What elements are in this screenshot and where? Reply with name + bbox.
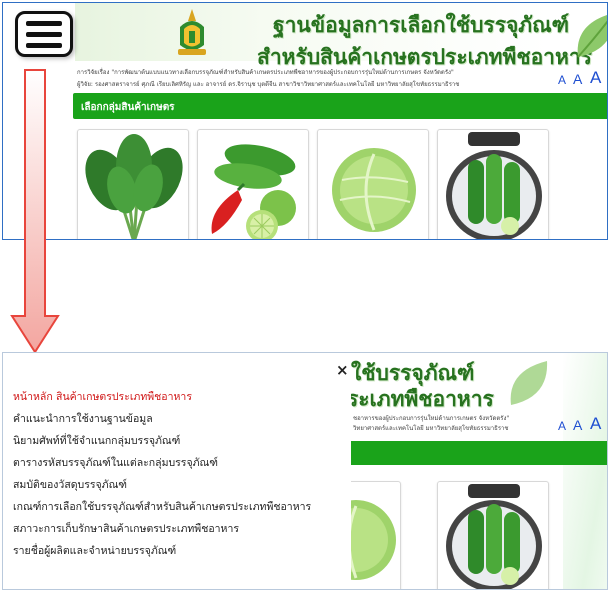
close-icon[interactable]: × xyxy=(336,363,349,378)
pickled-cucumber-jar-icon xyxy=(446,484,542,589)
university-logo-icon xyxy=(178,9,206,55)
site-title-line1: ฐานข้อมูลการเลือกใช้บรรจุภัณฑ์ xyxy=(273,12,570,37)
research-credit-line1: การวิจัยเรื่อง "การพัฒนาต้นแบบแนวทางเลือ… xyxy=(77,69,454,76)
category-bar: เลือกกลุ่มสินค้าเกษตร xyxy=(73,93,607,119)
pickled-cucumber-jar-icon xyxy=(446,132,542,239)
menu-item-package-code-table[interactable]: ตารางรหัสบรรจุภัณฑ์ในแต่ละกลุ่มบรรจุภัณฑ… xyxy=(13,452,311,474)
product-tile-leafy-greens[interactable] xyxy=(77,129,189,239)
menu-item-home[interactable]: หน้าหลัก สินค้าเกษตรประเภทพืชอาหาร xyxy=(13,386,311,408)
font-size-small-button[interactable]: A xyxy=(558,419,566,433)
menu-item-storage-conditions[interactable]: สภาวะการเก็บรักษาสินค้าเกษตรประเภทพืชอาห… xyxy=(13,518,311,540)
leaf-decoration-icon xyxy=(577,15,607,58)
research-credit-line2: ผู้วิจัย: รองศาสตราจารย์ ศุภณี เรียบเลิศ… xyxy=(77,81,460,88)
font-size-small-button[interactable]: A xyxy=(558,73,566,87)
header-banner: ฐานข้อมูลการเลือกใช้บรรจุภัณฑ์ สำหรับสิน… xyxy=(75,3,607,69)
menu-bar-icon xyxy=(26,31,62,37)
hamburger-menu-button[interactable] xyxy=(15,11,73,57)
font-size-large-button[interactable]: A xyxy=(590,68,601,88)
side-menu: × หน้าหลัก สินค้าเกษตรประเภทพืชอาหาร คำแ… xyxy=(3,353,351,589)
research-credit-line2-partial: วิทยาศาสตร์และเทคโนโลยี มหาวิทยาลัยสุโขท… xyxy=(353,425,509,432)
product-tile-pickled-cucumber-jar[interactable] xyxy=(437,129,549,239)
product-tile-cabbage[interactable] xyxy=(317,129,429,239)
menu-bar-icon xyxy=(26,20,62,26)
font-size-large-button[interactable]: A xyxy=(590,414,601,434)
menu-item-selection-criteria[interactable]: เกณฑ์การเลือกใช้บรรจุภัณฑ์สำหรับสินค้าเก… xyxy=(13,496,311,518)
research-credit-line1-partial: ชอาหารของผู้ประกอบการรุ่นใหม่ด้านการเกษต… xyxy=(353,415,510,422)
menu-list: หน้าหลัก สินค้าเกษตรประเภทพืชอาหาร คำแนะ… xyxy=(13,386,311,562)
down-arrow-icon xyxy=(10,69,60,354)
leafy-greens-icon xyxy=(85,134,183,239)
menu-bar-icon xyxy=(26,42,62,48)
menu-item-material-properties[interactable]: สมบัติของวัสดุบรรจุภัณฑ์ xyxy=(13,474,311,496)
category-bar xyxy=(351,441,607,465)
cabbage-icon xyxy=(332,148,416,232)
product-tile-cucumber-chili-lime[interactable] xyxy=(197,129,309,239)
menu-item-user-guide[interactable]: คำแนะนำการใช้งานฐานข้อมูล xyxy=(13,408,311,430)
product-tile-pickled-cucumber-jar[interactable] xyxy=(437,481,549,589)
page-before-menu: ฐานข้อมูลการเลือกใช้บรรจุภัณฑ์ สำหรับสิน… xyxy=(2,2,608,240)
page-with-menu-open: ใช้บรรจุภัณฑ์ ระเภทพืชอาหาร ชอาหารของผู้… xyxy=(2,352,608,590)
menu-item-glossary[interactable]: นิยามศัพท์ที่ใช้จำแนกกลุ่มบรรจุภัณฑ์ xyxy=(13,430,311,452)
leaf-decoration-icon xyxy=(510,361,548,405)
leaf-stripe-decoration xyxy=(563,353,607,589)
font-size-medium-button[interactable]: A xyxy=(573,71,582,87)
cucumber-chili-lime-icon xyxy=(211,144,296,239)
font-size-medium-button[interactable]: A xyxy=(573,417,582,433)
menu-item-manufacturers[interactable]: รายชื่อผู้ผลิตและจำหน่ายบรรจุภัณฑ์ xyxy=(13,540,311,562)
site-title-line2-partial: ระเภทพืชอาหาร xyxy=(347,386,494,411)
